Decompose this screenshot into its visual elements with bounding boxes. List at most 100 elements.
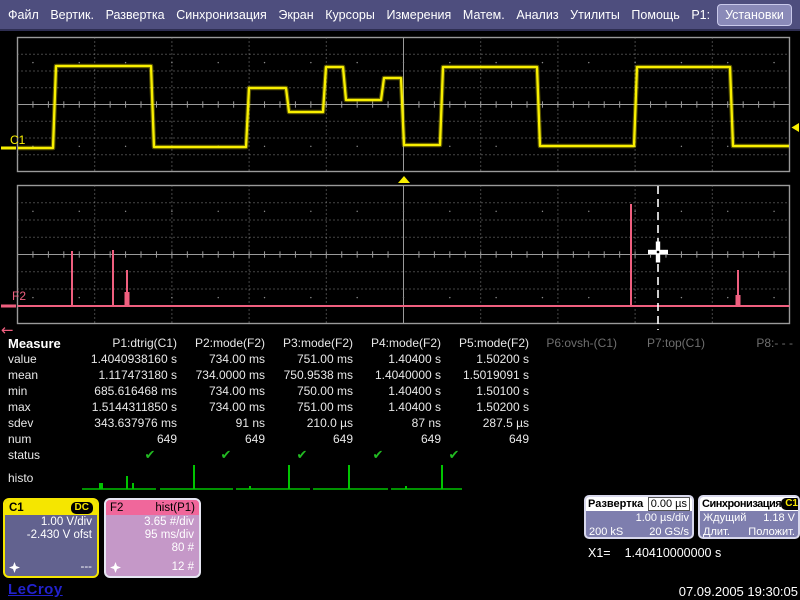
menu-item-2[interactable]: Вертик. [50,8,94,22]
grid-c1-dot [634,62,635,63]
grid-f2-dot [542,297,543,298]
measure-p3-sdev: 210.0 µs [265,416,353,430]
c1-vdiv: 1.00 V/div [5,515,97,528]
menu-item-1[interactable]: Файл [8,8,39,22]
grid-c1-dot [773,62,774,63]
measure-histo-spike-p5 [405,486,407,489]
timebase-panel[interactable]: Развертка 0.00 µs 1.00 µs/div 200 kS 20 … [584,495,694,539]
setup-button[interactable]: Установки [717,4,792,26]
grid-f2-dot [773,211,774,212]
menu-item-9[interactable]: Анализ [516,8,558,22]
grid-f2-dot [356,211,357,212]
f2-histogram-spike-base-3 [125,292,130,306]
measure-p1-value: 1.4040938160 s [89,352,177,366]
measure-p4-status-check-icon: ✔ [373,447,384,463]
measure-p5-status-check-icon: ✔ [449,447,460,463]
measure-p1-min: 685.616468 ms [89,384,177,398]
measure-p1-max: 1.5144311850 s [89,400,177,414]
trigger-panel[interactable]: Синхронизация C1 Ждущий 1.18 V Длит. Пол… [698,495,800,539]
trigger-level-marker-icon[interactable] [792,123,800,132]
menu-item-11[interactable]: Помощь [631,8,679,22]
measure-col-header-p6: P6:ovsh-(C1) [529,336,617,350]
measure-p2-status-check-icon: ✔ [221,447,232,463]
measure-col-header-p8: P8:- - - [705,336,793,350]
grid-f2-dot [32,297,33,298]
menu-item-4[interactable]: Синхронизация [176,8,267,22]
measure-histo-spike-p1 [99,483,103,489]
measure-p1-status-check-icon: ✔ [145,447,156,463]
measure-p4-num: 649 [353,432,441,446]
menu-item-8[interactable]: Матем. [463,8,505,22]
measure-row-label-sdev: sdev [8,416,33,430]
measure-histo-spike-p2 [193,465,195,489]
grid-f2-dot [773,297,774,298]
grid-f2-dot [264,211,265,212]
menu-item-3[interactable]: Развертка [106,8,165,22]
grid-c1-dot [79,146,80,147]
grid-f2-dot [634,211,635,212]
grid-c1-dot [449,146,450,147]
channel-c1-descriptor[interactable]: C1 DC 1.00 V/div -2.430 V ofst --- [3,498,99,578]
measure-p5-num: 649 [441,432,529,446]
measure-p5-value: 1.50200 s [441,352,529,366]
timebase-offset: 0.00 µs [648,497,690,511]
measure-p4-sdev: 87 ns [353,416,441,430]
grid-c1-dot [449,62,450,63]
grid-f2-dot [32,211,33,212]
menu-item-6[interactable]: Курсоры [325,8,375,22]
grid-f2-dot [356,297,357,298]
grid-f2-dot [634,297,635,298]
c1-coupling-badge: DC [71,502,93,514]
c1-anchor-icon [9,562,20,573]
measure-p4-max: 1.40400 s [353,400,441,414]
measure-col-header-p7: P7:top(C1) [617,336,705,350]
trigger-source-badge: C1 [781,498,800,510]
measure-p5-mean: 1.5019091 s [441,368,529,382]
measure-histo-spike-p4 [348,465,350,489]
grid-f2-dot [403,297,404,298]
measure-p2-max: 734.00 ms [177,400,265,414]
grid-f2-dot [125,211,126,212]
grid-f2-dot [310,297,311,298]
menu-item-7[interactable]: Измерения [386,8,451,22]
grid-c1-dot [171,62,172,63]
grid-c1-dot [264,146,265,147]
trigger-level: 1.18 V [763,511,795,525]
datetime: 07.09.2005 19:30:05 [679,584,798,599]
measure-p2-num: 649 [177,432,265,446]
grid-f2-dot [495,211,496,212]
grid-f2-dot [449,297,450,298]
measure-row-label-histo: histo [8,471,33,485]
grid-f2-dot [727,297,728,298]
f2-ydiv: 3.65 #/div [106,515,199,528]
grid-f2-dot [79,211,80,212]
measure-row-label-max: max [8,400,31,414]
trigger-title: Синхронизация [702,498,781,510]
trigger-coupling: Длит. [703,525,730,539]
trace-f2-descriptor[interactable]: F2 hist(P1) 3.65 #/div 95 ms/div 80 # 12… [104,498,201,578]
menu-item-5[interactable]: Экран [278,8,313,22]
x1-label: X1= [588,546,611,560]
measure-row-label-status: status [8,448,40,462]
measure-row-label-value: value [8,352,37,366]
f2-footer-value: 12 # [172,561,194,573]
grid-f2-dot [449,211,450,212]
grid-f2-dot [171,297,172,298]
grid-f2-dot [310,211,311,212]
measure-histo-spike-p3 [249,486,251,489]
measure-p2-value: 734.00 ms [177,352,265,366]
f2-histogram-spike-base-5 [736,295,741,306]
f2-anchor-icon [110,562,121,573]
trigger-position-marker-icon[interactable] [398,176,410,183]
grid-f2-dot [495,297,496,298]
grid-f2-dot [79,297,80,298]
menu-item-10[interactable]: Утилиты [570,8,620,22]
grid-f2-dot [727,211,728,212]
grid-c1-dot [79,62,80,63]
measure-col-header-p3: P3:mode(F2) [265,336,353,350]
measure-row-label-min: min [8,384,27,398]
f2-xdiv: 95 ms/div [106,528,199,541]
measure-p2-sdev: 91 ns [177,416,265,430]
grid-f2-dot [542,211,543,212]
measure-p3-mean: 750.9538 ms [265,368,353,382]
